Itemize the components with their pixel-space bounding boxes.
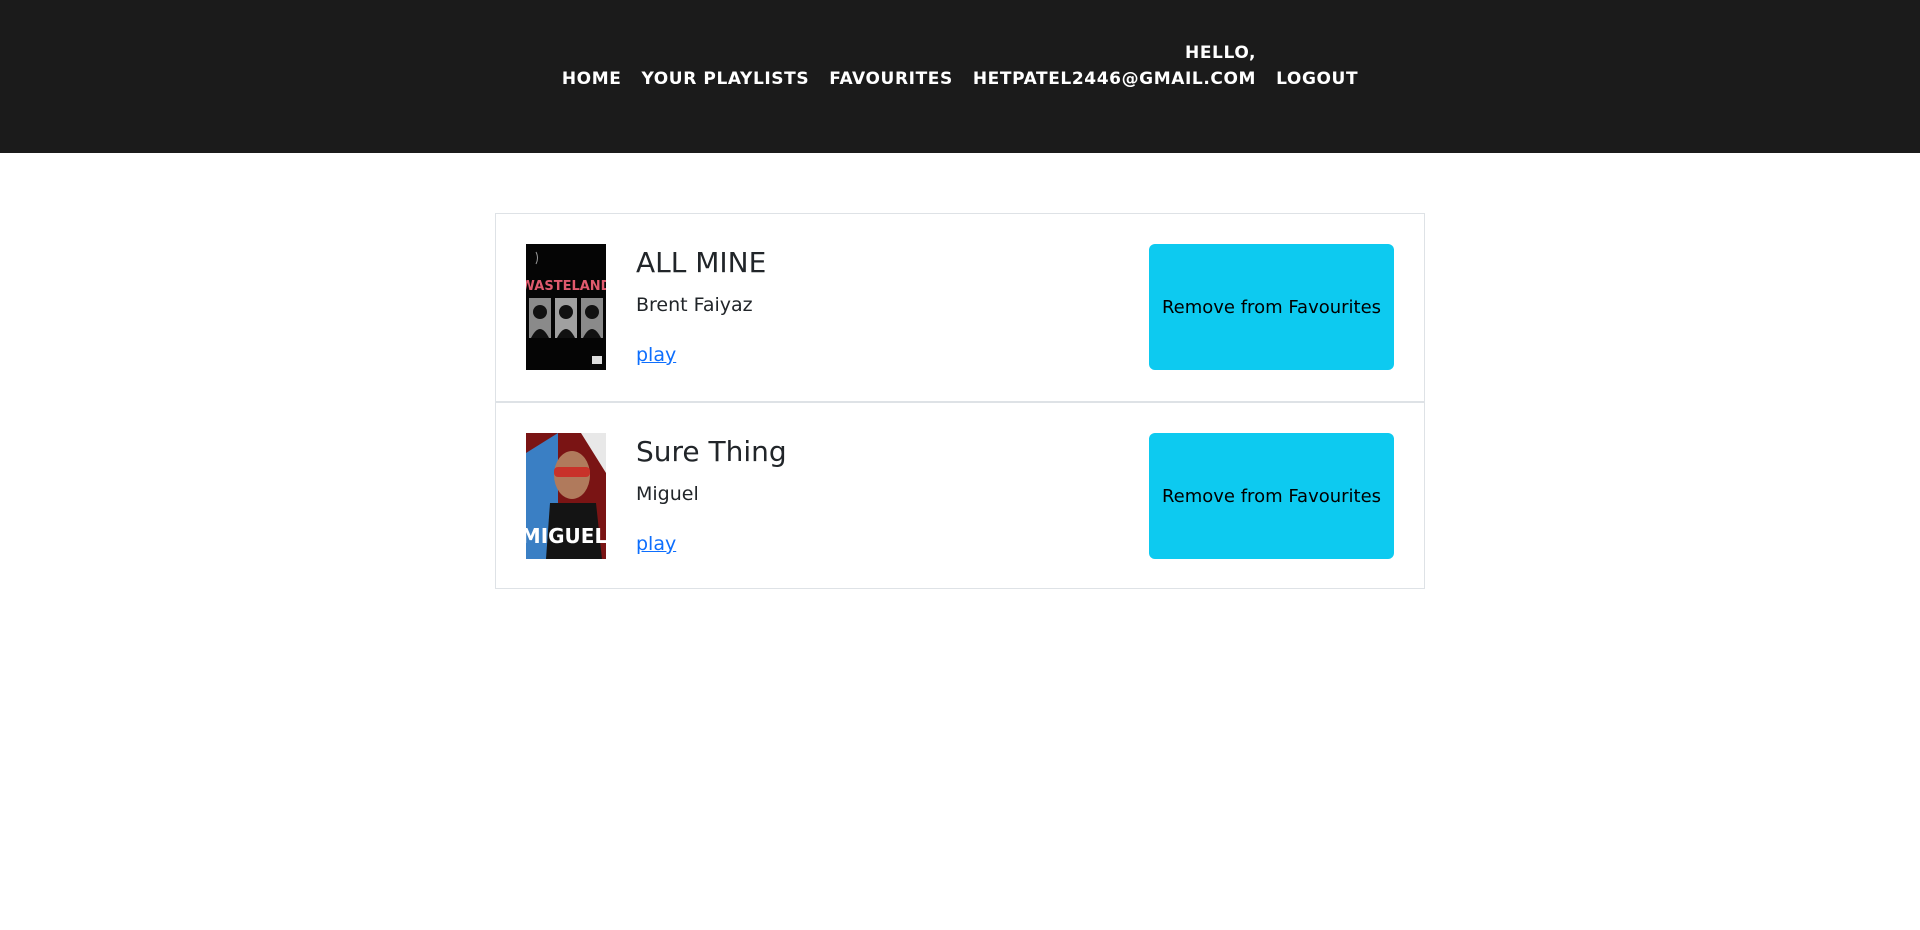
top-navbar: HOME YOUR PLAYLISTS FAVOURITES HELLO, HE… [0,0,1920,153]
user-greeting: HELLO, HETPATEL2446@GMAIL.COM [963,40,1266,92]
remove-from-favourites-button[interactable]: Remove from Favourites [1149,433,1394,559]
album-cover-image: MIGUEL [526,433,606,559]
song-title: ALL MINE [636,246,767,279]
song-title: Sure Thing [636,435,787,468]
play-link[interactable]: play [636,533,676,555]
list-item: WASTELAND ALL MINE Brent Faiyaz play Rem… [496,214,1424,401]
song-artist: Miguel [636,483,699,505]
nav-home-link[interactable]: HOME [552,66,632,92]
nav-playlists-link[interactable]: YOUR PLAYLISTS [631,66,819,92]
nav-logout-link[interactable]: LOGOUT [1266,66,1368,92]
nav-menu: HOME YOUR PLAYLISTS FAVOURITES HELLO, HE… [0,0,1920,153]
greeting-label: HELLO, [1185,43,1257,63]
song-artist: Brent Faiyaz [636,294,753,316]
list-item: MIGUEL Sure Thing Miguel play Remove fro… [496,401,1424,588]
album-cover: WASTELAND [526,244,606,370]
remove-from-favourites-button[interactable]: Remove from Favourites [1149,244,1394,370]
favourites-list: WASTELAND ALL MINE Brent Faiyaz play Rem… [495,213,1425,589]
play-link[interactable]: play [636,344,676,366]
cover-text: WASTELAND [526,279,606,294]
nav-favourites-link[interactable]: FAVOURITES [819,66,963,92]
album-cover: MIGUEL [526,433,606,559]
cover-text: MIGUEL [526,524,606,548]
user-email: HETPATEL2446@GMAIL.COM [972,69,1257,89]
album-cover-image: WASTELAND [526,244,606,370]
